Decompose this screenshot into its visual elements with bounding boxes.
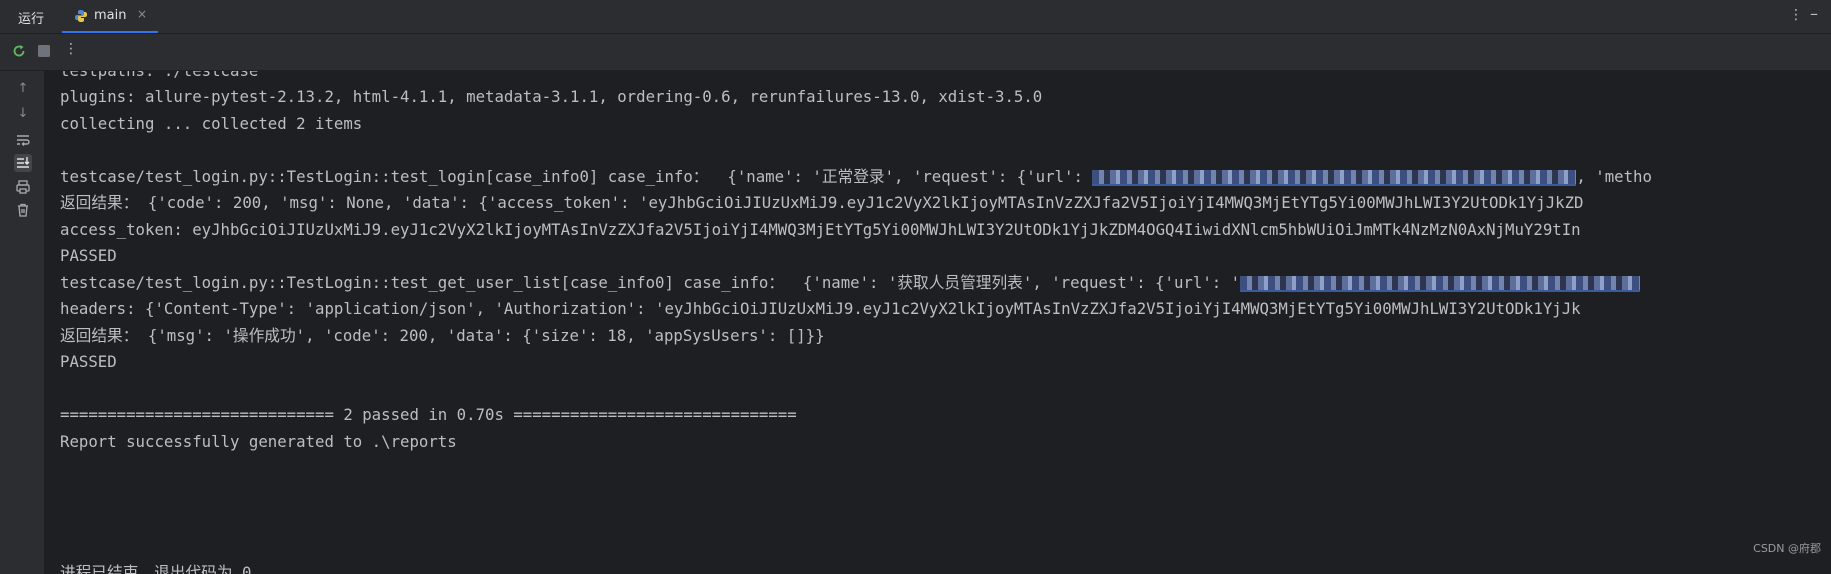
- up-arrow-icon[interactable]: ↑: [14, 80, 32, 98]
- console-line: testpaths: ./testcase: [60, 71, 258, 83]
- print-icon[interactable]: [14, 178, 32, 196]
- watermark: CSDN @府郡: [1753, 542, 1821, 555]
- toolbar-more-icon[interactable]: ⋮: [64, 41, 78, 57]
- console-line: plugins: allure-pytest-2.13.2, html-4.1.…: [60, 87, 1043, 106]
- console-line-suffix: , 'metho: [1576, 167, 1652, 186]
- console-line-text: testcase/test_login.py::TestLogin::test_…: [60, 273, 1241, 292]
- rerun-icon[interactable]: [11, 43, 27, 59]
- redacted-url: [1092, 169, 1577, 186]
- console-line: headers: {'Content-Type': 'application/j…: [60, 299, 1581, 318]
- run-tool-window: 运行 main × ⋮ – ⋮ ↑ ↓ plugins: allure-pyte…: [0, 0, 1831, 574]
- python-file-icon: [75, 10, 87, 22]
- console-line: collecting ... collected 2 items: [60, 114, 363, 133]
- console-output[interactable]: testpaths: ./testcase plugins: allure-py…: [45, 71, 1831, 574]
- scroll-to-end-icon[interactable]: [14, 154, 32, 172]
- redacted-url: [1240, 275, 1641, 292]
- console-line-exit: 进程已结束，退出代码为 0: [60, 563, 252, 574]
- console-line-test-user-list: testcase/test_login.py::TestLogin::test_…: [60, 271, 1641, 295]
- stop-icon[interactable]: [38, 45, 50, 57]
- tool-window-title: 运行: [18, 12, 45, 27]
- tab-main[interactable]: main ×: [62, 0, 158, 33]
- trash-icon[interactable]: [14, 201, 32, 219]
- tab-main-label: main: [94, 8, 127, 23]
- console-line-summary: ============================= 2 passed i…: [60, 405, 797, 424]
- console-side-toolbar: ↑ ↓: [0, 71, 45, 574]
- run-toolbar: ⋮: [0, 34, 1831, 71]
- tab-close-icon[interactable]: ×: [137, 7, 147, 21]
- console-line-test-login: testcase/test_login.py::TestLogin::test_…: [60, 165, 1652, 189]
- minimize-icon[interactable]: –: [1810, 4, 1818, 23]
- console-line: PASSED: [60, 352, 117, 371]
- console-line-text: testcase/test_login.py::TestLogin::test_…: [60, 167, 1093, 186]
- soft-wrap-icon[interactable]: [14, 131, 32, 149]
- more-vertical-icon[interactable]: ⋮: [1789, 7, 1803, 23]
- console-line: 返回结果： {'msg': '操作成功', 'code': 200, 'data…: [60, 326, 825, 345]
- console-line: 返回结果： {'code': 200, 'msg': None, 'data':…: [60, 193, 1584, 212]
- tool-window-header: 运行 main × ⋮ –: [0, 0, 1831, 34]
- console-line: access_token: eyJhbGciOiJIUzUxMiJ9.eyJ1c…: [60, 220, 1581, 239]
- down-arrow-icon[interactable]: ↓: [14, 105, 32, 123]
- console-line: PASSED: [60, 246, 117, 265]
- console-line: Report successfully generated to .\repor…: [60, 432, 457, 451]
